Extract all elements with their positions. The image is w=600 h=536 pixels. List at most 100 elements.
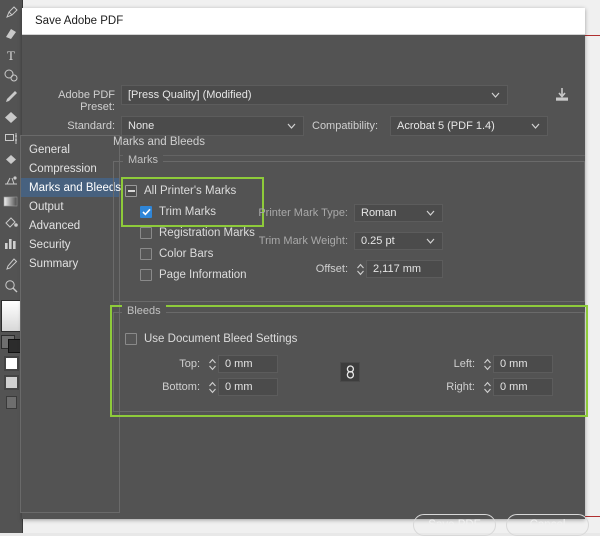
bleed-right-stepper[interactable]: 0 mm: [481, 378, 553, 396]
chevron-down-icon: [287, 123, 296, 129]
chain-link-icon: [346, 365, 354, 379]
offset-label: Offset:: [315, 263, 348, 275]
sidebar-item-label: Compression: [29, 162, 97, 175]
printer-mark-type-label: Printer Mark Type:: [258, 207, 348, 219]
sidebar-item-summary[interactable]: Summary: [21, 254, 119, 273]
bleed-left-label: Left:: [453, 358, 475, 370]
page-title: Marks and Bleeds: [113, 136, 206, 148]
standard-combobox[interactable]: None: [121, 116, 304, 136]
marks-group-legend: Marks: [123, 154, 163, 166]
checkbox-unchecked-icon: [140, 269, 152, 281]
sidebar-item-label: Security: [29, 238, 71, 251]
shape-builder-icon[interactable]: [0, 149, 22, 170]
bleed-top-stepper[interactable]: 0 mm: [206, 355, 278, 373]
screen-mode-icon[interactable]: [5, 396, 17, 409]
eraser-tool-icon[interactable]: [0, 23, 22, 44]
preset-label: Adobe PDF Preset:: [58, 89, 115, 113]
bleed-top-value[interactable]: 0 mm: [218, 355, 278, 373]
color-bars-checkbox[interactable]: Color Bars: [140, 248, 213, 260]
registration-marks-checkbox[interactable]: Registration Marks: [140, 227, 255, 239]
all-printers-marks-checkbox[interactable]: All Printer's Marks: [125, 185, 236, 197]
bleeds-group-legend: Bleeds: [122, 305, 166, 317]
offset-stepper[interactable]: 2,117 mm: [354, 260, 443, 278]
preset-combobox[interactable]: [Press Quality] (Modified): [121, 85, 508, 105]
color-bars-label: Color Bars: [159, 248, 214, 260]
bleed-right-label: Right:: [446, 381, 475, 393]
spinner-arrows-icon[interactable]: [481, 355, 493, 373]
eyedropper-tool-icon[interactable]: [0, 254, 22, 275]
trim-marks-label: Trim Marks: [159, 206, 217, 218]
spinner-arrows-icon[interactable]: [206, 355, 218, 373]
save-preset-icon[interactable]: [551, 85, 573, 105]
checkbox-checked-icon: [140, 206, 152, 218]
spinner-arrows-icon[interactable]: [206, 378, 218, 396]
spinner-arrows-icon[interactable]: [481, 378, 493, 396]
sidebar-item-label: Output: [29, 200, 64, 213]
paintbrush-tool-icon[interactable]: [0, 86, 22, 107]
svg-text:T: T: [7, 48, 15, 62]
sidebar-item-compression[interactable]: Compression: [21, 159, 119, 178]
chevron-down-icon: [491, 92, 500, 98]
pen-tool-icon[interactable]: [0, 2, 22, 23]
trim-mark-weight-combobox[interactable]: 0.25 pt: [354, 232, 443, 250]
column-graph-icon[interactable]: [0, 233, 22, 254]
bleed-bottom-value[interactable]: 0 mm: [218, 378, 278, 396]
dialog-titlebar: Save Adobe PDF: [22, 8, 585, 35]
dialog-title: Save Adobe PDF: [35, 15, 124, 27]
screen: T Save Adobe PDF Adobe PDF Preset: [Pres…: [0, 0, 600, 536]
perspective-grid-icon[interactable]: [0, 170, 22, 191]
color-mode-icon[interactable]: [3, 356, 19, 371]
live-paint-bucket-icon[interactable]: [0, 212, 22, 233]
compatibility-label: Compatibility:: [312, 120, 379, 132]
fill-stroke-swatch[interactable]: [1, 300, 21, 332]
all-printers-marks-label: All Printer's Marks: [144, 185, 237, 197]
spinner-arrows-icon[interactable]: [354, 260, 366, 278]
standard-label: Standard:: [67, 120, 115, 132]
bleed-left-value[interactable]: 0 mm: [493, 355, 553, 373]
checkbox-unchecked-icon: [140, 227, 152, 239]
sidebar-item-label: Advanced: [29, 219, 81, 232]
printer-mark-type-combobox[interactable]: Roman: [354, 204, 443, 222]
use-document-bleed-settings-label: Use Document Bleed Settings: [144, 333, 298, 345]
trim-marks-checkbox[interactable]: Trim Marks: [140, 206, 216, 218]
sidebar-item-label: General: [29, 143, 70, 156]
compatibility-combobox[interactable]: Acrobat 5 (PDF 1.4): [390, 116, 548, 136]
bleed-bottom-label: Bottom:: [162, 381, 200, 393]
gradient-mode-icon[interactable]: [3, 375, 19, 390]
sidebar-item-general[interactable]: General: [21, 140, 119, 159]
bleed-right-value[interactable]: 0 mm: [493, 378, 553, 396]
sidebar-item-advanced[interactable]: Advanced: [21, 216, 119, 235]
bleed-top-label: Top:: [179, 358, 200, 370]
zoom-tool-icon[interactable]: [0, 275, 22, 296]
checkbox-unchecked-icon: [140, 248, 152, 260]
save-adobe-pdf-dialog: Save Adobe PDF Adobe PDF Preset: [Press …: [20, 8, 589, 536]
bleed-left-stepper[interactable]: 0 mm: [481, 355, 553, 373]
offset-value[interactable]: 2,117 mm: [366, 260, 443, 278]
chevron-down-icon: [531, 123, 540, 129]
sidebar-item-security[interactable]: Security: [21, 235, 119, 254]
gradient-tool-icon[interactable]: [0, 191, 22, 212]
type-tool-icon[interactable]: T: [0, 44, 22, 65]
sidebar-item-marks-and-bleeds[interactable]: Marks and Bleeds: [21, 178, 121, 197]
use-document-bleed-settings-checkbox[interactable]: Use Document Bleed Settings: [125, 333, 297, 345]
compatibility-value: Acrobat 5 (PDF 1.4): [397, 120, 495, 132]
artboard-tool-icon[interactable]: [0, 128, 22, 149]
standard-value: None: [128, 120, 155, 132]
bleed-bottom-stepper[interactable]: 0 mm: [206, 378, 278, 396]
printer-mark-type-value: Roman: [361, 207, 397, 219]
trim-mark-weight-value: 0.25 pt: [361, 235, 395, 247]
page-information-checkbox[interactable]: Page Information: [140, 269, 247, 281]
color-swatch-pair[interactable]: [1, 335, 22, 353]
settings-category-list[interactable]: General Compression Marks and Bleeds Out…: [20, 135, 121, 513]
ellipse-tool-icon[interactable]: [0, 65, 22, 86]
link-bleed-values-button[interactable]: [340, 362, 360, 382]
sidebar-item-label: Summary: [29, 257, 79, 270]
dialog-body: Adobe PDF Preset: [Press Quality] (Modif…: [20, 35, 589, 536]
preset-value: [Press Quality] (Modified): [128, 89, 252, 101]
page-information-label: Page Information: [159, 269, 247, 281]
gradient-diamond-icon[interactable]: [0, 107, 22, 128]
sidebar-item-output[interactable]: Output: [21, 197, 119, 216]
trim-mark-weight-label: Trim Mark Weight:: [258, 235, 348, 247]
chevron-down-icon: [426, 238, 435, 244]
checkbox-unchecked-icon: [125, 333, 137, 345]
